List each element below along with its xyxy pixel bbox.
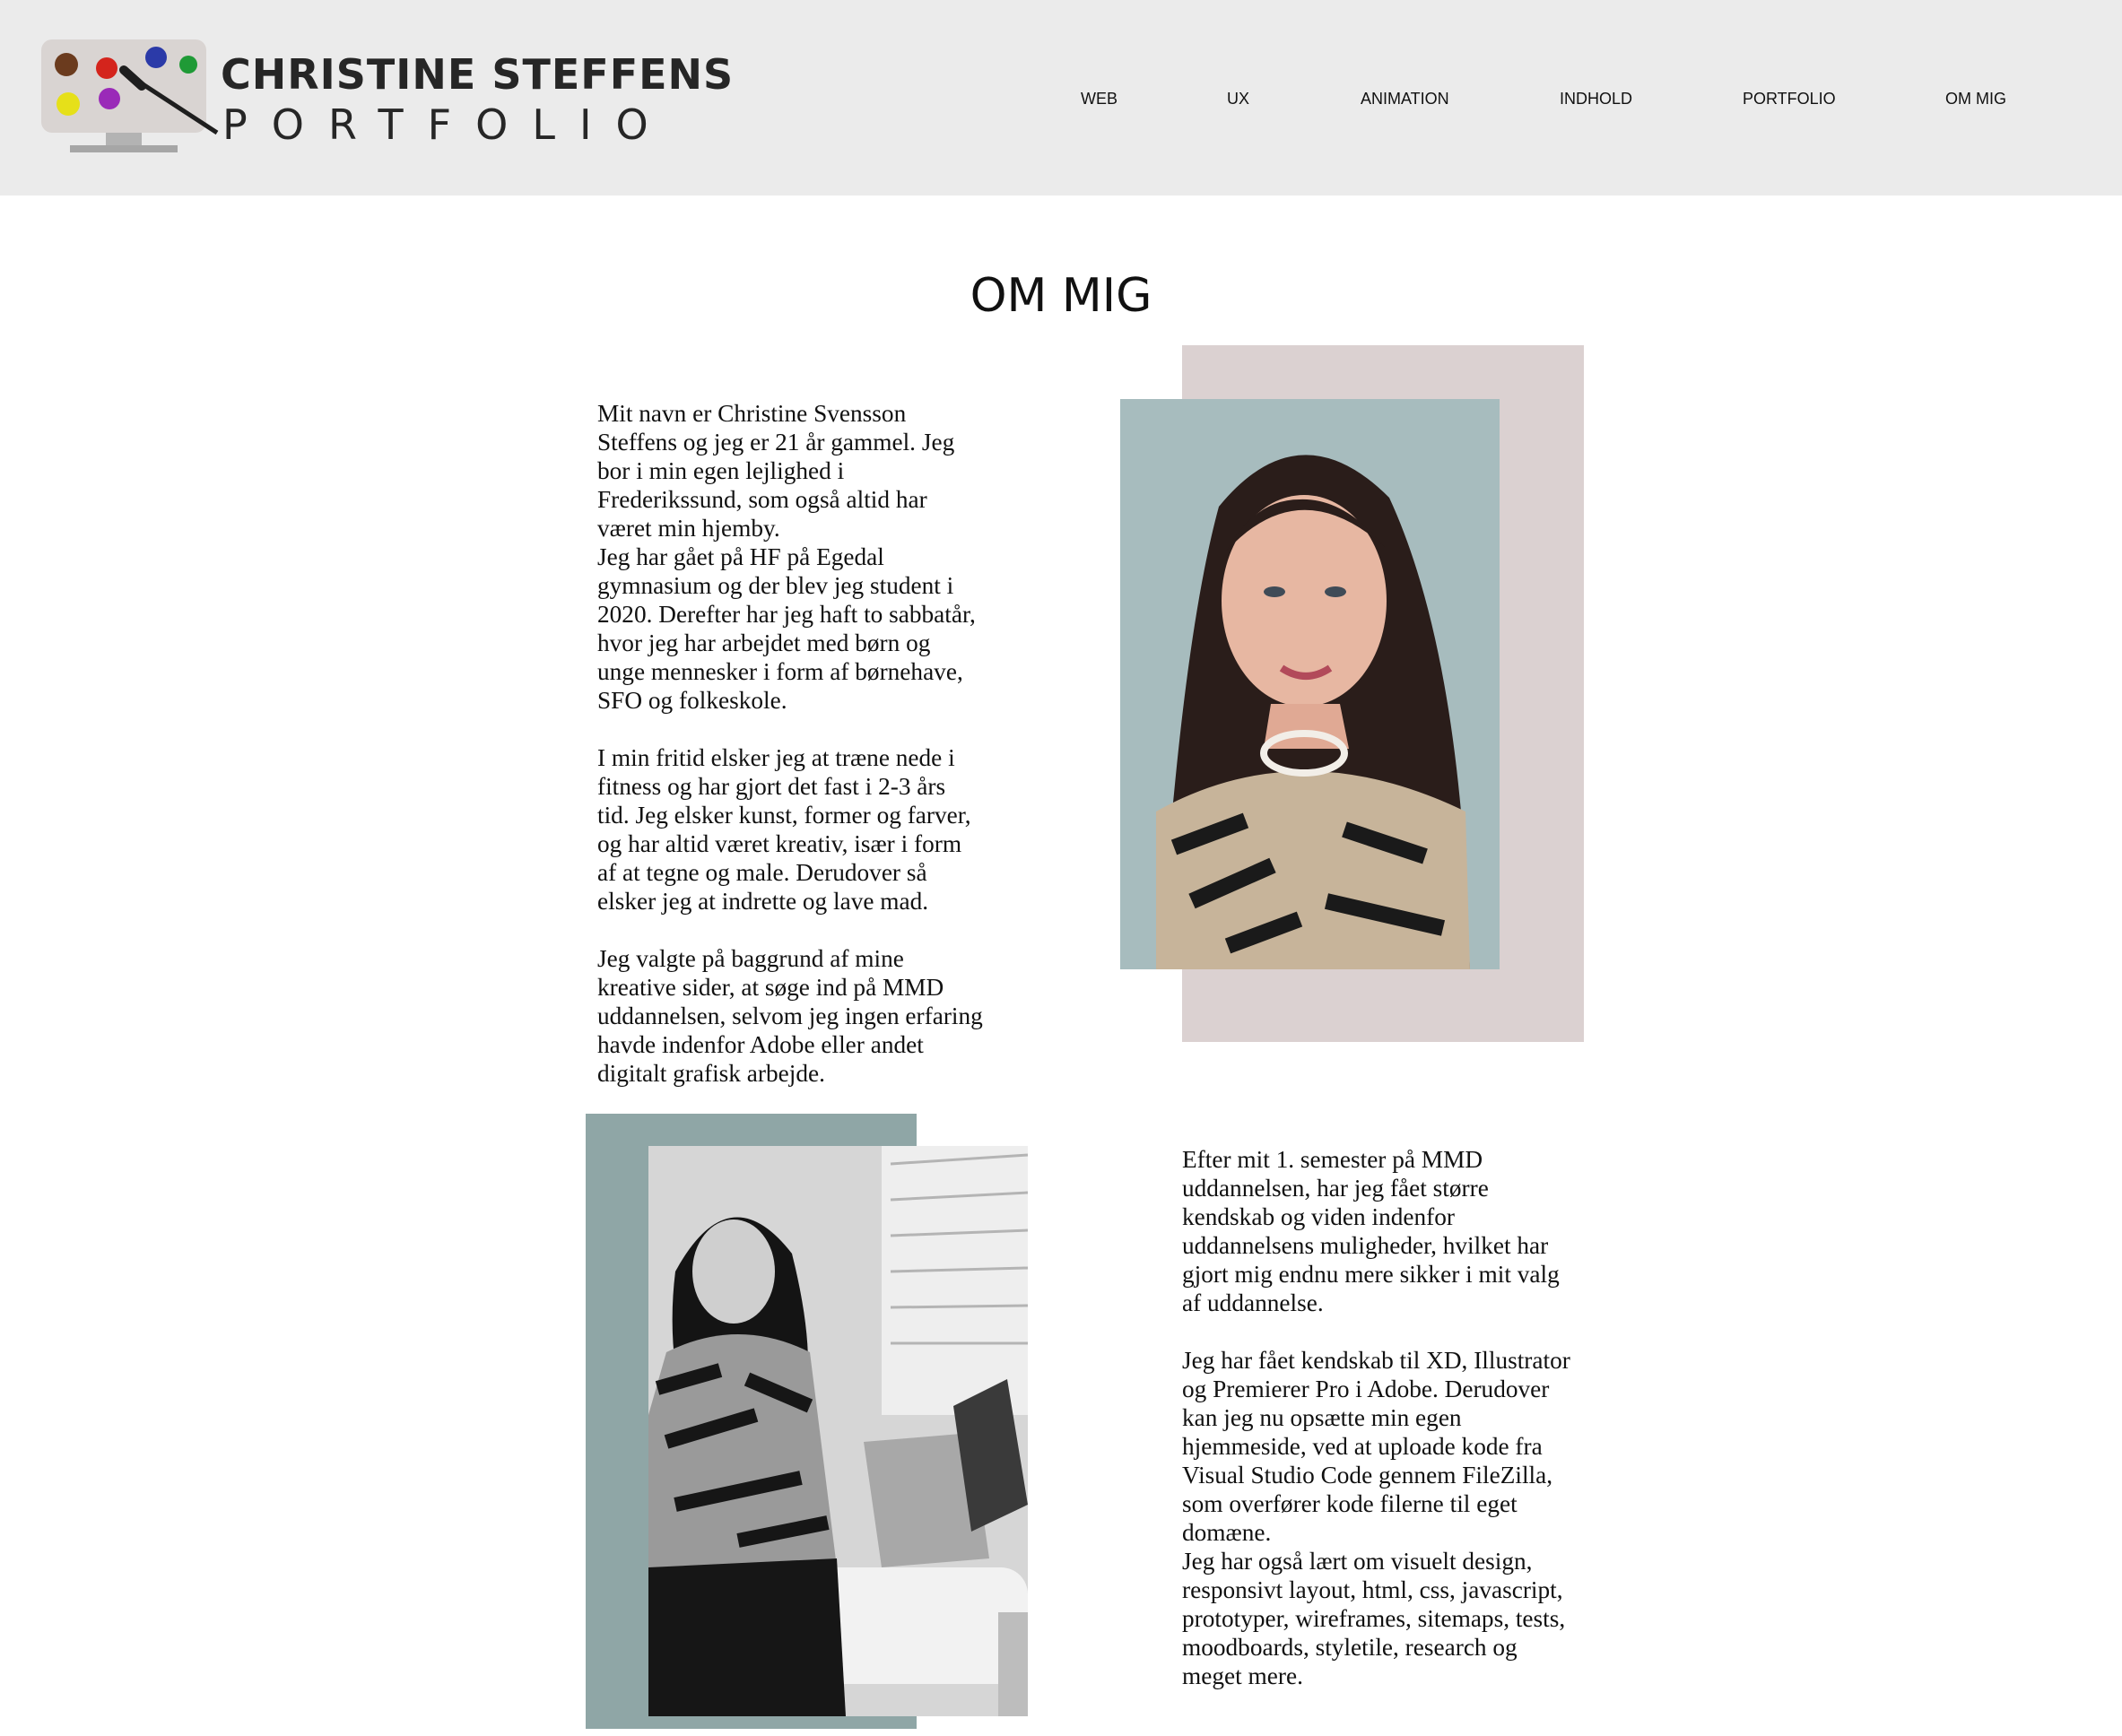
education-paragraph: Jeg har fået kendskab til XD, Illustrato… — [1182, 1347, 1570, 1546]
intro-paragraph: Jeg valgte på baggrund af mine kreative … — [597, 945, 983, 1087]
page-title: OM MIG — [970, 269, 1152, 323]
education-text: Efter mit 1. semester på MMD uddannelsen… — [1182, 1145, 1577, 1690]
intro-text: Mit navn er Christine Svensson Steffens … — [597, 399, 983, 1088]
site-header: CHRISTINE STEFFENS PORTFOLIO WEB UX ANIM… — [0, 0, 2122, 195]
intro-paragraph: Mit navn er Christine Svensson Steffens … — [597, 400, 955, 542]
main-nav: WEB UX ANIMATION INDHOLD PORTFOLIO OM MI… — [0, 90, 2122, 117]
intro-paragraph: I min fritid elsker jeg at træne nede i … — [597, 744, 971, 915]
nav-item-indhold[interactable]: INDHOLD — [1560, 90, 1632, 108]
education-paragraph: Jeg har også lært om visuelt design, res… — [1182, 1548, 1566, 1689]
nav-item-om-mig[interactable]: OM MIG — [1945, 90, 2006, 108]
nav-item-web[interactable]: WEB — [1081, 90, 1118, 108]
nav-item-portfolio[interactable]: PORTFOLIO — [1743, 90, 1836, 108]
intro-paragraph: Jeg har gået på HF på Egedal gymnasium o… — [597, 543, 976, 714]
sitting-photo — [648, 1146, 1028, 1716]
nav-item-animation[interactable]: ANIMATION — [1361, 90, 1449, 108]
portrait-photo — [1120, 399, 1500, 969]
nav-item-ux[interactable]: UX — [1227, 90, 1249, 108]
education-paragraph: Efter mit 1. semester på MMD uddannelsen… — [1182, 1146, 1560, 1316]
